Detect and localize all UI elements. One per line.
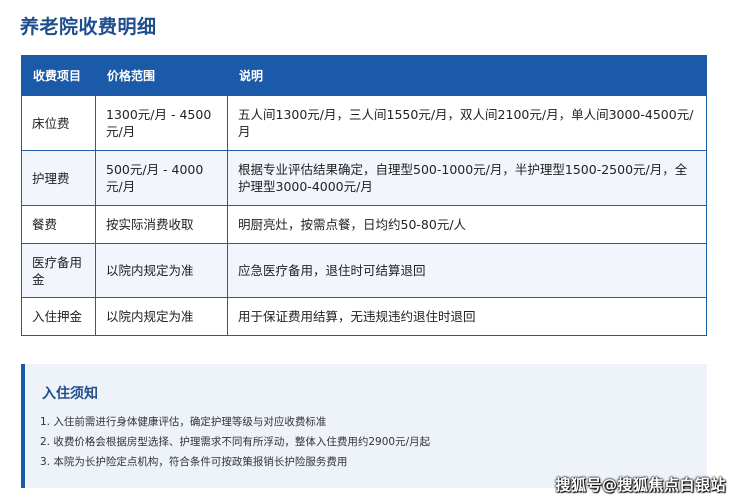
notice-box: 入住须知 1. 入住前需进行身体健康评估，确定护理等级与对应收费标准 2. 收费…	[21, 364, 707, 488]
table-row: 餐费 按实际消费收取 明厨亮灶，按需点餐，日均约50-80元/人	[21, 205, 707, 244]
cell-item: 床位费	[21, 95, 96, 151]
table-header-row: 收费项目 价格范围 说明	[21, 55, 707, 96]
list-item: 1. 入住前需进行身体健康评估，确定护理等级与对应收费标准	[40, 416, 327, 428]
watermark: 搜狐号@搜狐焦点白银站	[555, 476, 726, 494]
table-row: 床位费 1300元/月 - 4500元/月 五人间1300元/月，三人间1550…	[21, 95, 707, 151]
cell-description: 五人间1300元/月，三人间1550元/月，双人间2100元/月，单人间3000…	[227, 95, 707, 151]
cell-description: 明厨亮灶，按需点餐，日均约50-80元/人	[227, 205, 707, 244]
cell-item: 餐费	[21, 205, 96, 244]
list-item: 3. 本院为长护险定点机构，符合条件可按政策报销长护险服务费用	[40, 456, 348, 468]
cell-price: 按实际消费收取	[95, 205, 228, 244]
cell-item: 入住押金	[21, 297, 96, 336]
cell-price: 以院内规定为准	[95, 297, 228, 336]
cell-price: 以院内规定为准	[95, 243, 228, 298]
header-price: 价格范围	[95, 55, 228, 96]
page: 养老院收费明细 收费项目 价格范围 说明 床位费 1300元/月 - 4500元…	[0, 0, 740, 503]
notice-title: 入住须知	[42, 386, 98, 402]
cell-price: 500元/月 - 4000元/月	[95, 150, 228, 206]
cell-description: 应急医疗备用，退住时可结算退回	[227, 243, 707, 298]
table-row: 医疗备用金 以院内规定为准 应急医疗备用，退住时可结算退回	[21, 243, 707, 298]
page-title: 养老院收费明细	[20, 16, 157, 38]
cell-item: 医疗备用金	[21, 243, 96, 298]
cell-price: 1300元/月 - 4500元/月	[95, 95, 228, 151]
cell-description: 用于保证费用结算，无违规违约退住时退回	[227, 297, 707, 336]
fee-table: 收费项目 价格范围 说明 床位费 1300元/月 - 4500元/月 五人间13…	[21, 55, 707, 336]
cell-item: 护理费	[21, 150, 96, 206]
notice-list: 1. 入住前需进行身体健康评估，确定护理等级与对应收费标准 2. 收费价格会根据…	[40, 414, 430, 474]
header-description: 说明	[227, 55, 707, 96]
header-item: 收费项目	[21, 55, 96, 96]
table-row: 入住押金 以院内规定为准 用于保证费用结算，无违规违约退住时退回	[21, 297, 707, 336]
table-row: 护理费 500元/月 - 4000元/月 根据专业评估结果确定，自理型500-1…	[21, 150, 707, 206]
cell-description: 根据专业评估结果确定，自理型500-1000元/月，半护理型1500-2500元…	[227, 150, 707, 206]
list-item: 2. 收费价格会根据房型选择、护理需求不同有所浮动，整体入住费用约2900元/月…	[40, 436, 431, 448]
